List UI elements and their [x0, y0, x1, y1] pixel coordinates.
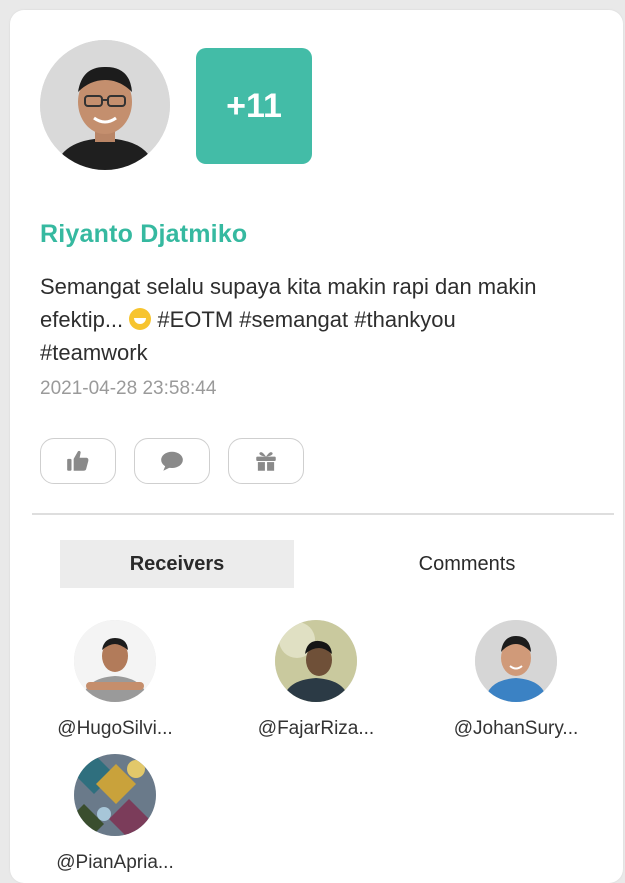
tab-receivers-label: Receivers	[129, 552, 225, 575]
comment-button[interactable]	[134, 438, 210, 484]
receiver-avatar	[74, 754, 156, 836]
action-bar	[40, 438, 304, 484]
thumbs-up-icon	[67, 450, 89, 471]
sender-avatar[interactable]	[40, 40, 170, 170]
like-button[interactable]	[40, 438, 116, 484]
receiver-item[interactable]: @HugoSilvi...	[25, 620, 205, 740]
grinning-emoji-icon	[129, 308, 152, 330]
sender-name[interactable]: Riyanto Djatmiko	[40, 220, 247, 249]
extra-receivers-badge[interactable]: +11	[196, 48, 312, 164]
receiver-handle: @PianApria...	[56, 852, 174, 873]
receiver-handle: @FajarRiza...	[257, 718, 375, 739]
comment-icon	[161, 451, 183, 471]
receiver-handle: @HugoSilvi...	[57, 718, 173, 739]
post-card: +11 Riyanto Djatmiko Semangat selalu sup…	[10, 10, 623, 883]
tab-comments[interactable]: Comments	[350, 540, 584, 588]
gift-icon	[256, 452, 276, 471]
receiver-item[interactable]: @PianApria...	[25, 754, 205, 874]
gift-button[interactable]	[228, 438, 304, 484]
receiver-item[interactable]: @FajarRiza...	[226, 620, 406, 740]
receiver-avatar	[275, 620, 357, 702]
section-divider	[32, 513, 614, 515]
tab-comments-label: Comments	[418, 552, 516, 575]
post-message: Semangat selalu supaya kita makin rapi d…	[40, 270, 560, 369]
receiver-handle: @JohanSury...	[453, 718, 579, 739]
receiver-avatar	[475, 620, 557, 702]
receiver-avatar	[74, 620, 156, 702]
receiver-item[interactable]: @JohanSury...	[426, 620, 606, 740]
tab-receivers[interactable]: Receivers	[60, 540, 294, 588]
post-timestamp: 2021-04-28 23:58:44	[40, 378, 217, 399]
